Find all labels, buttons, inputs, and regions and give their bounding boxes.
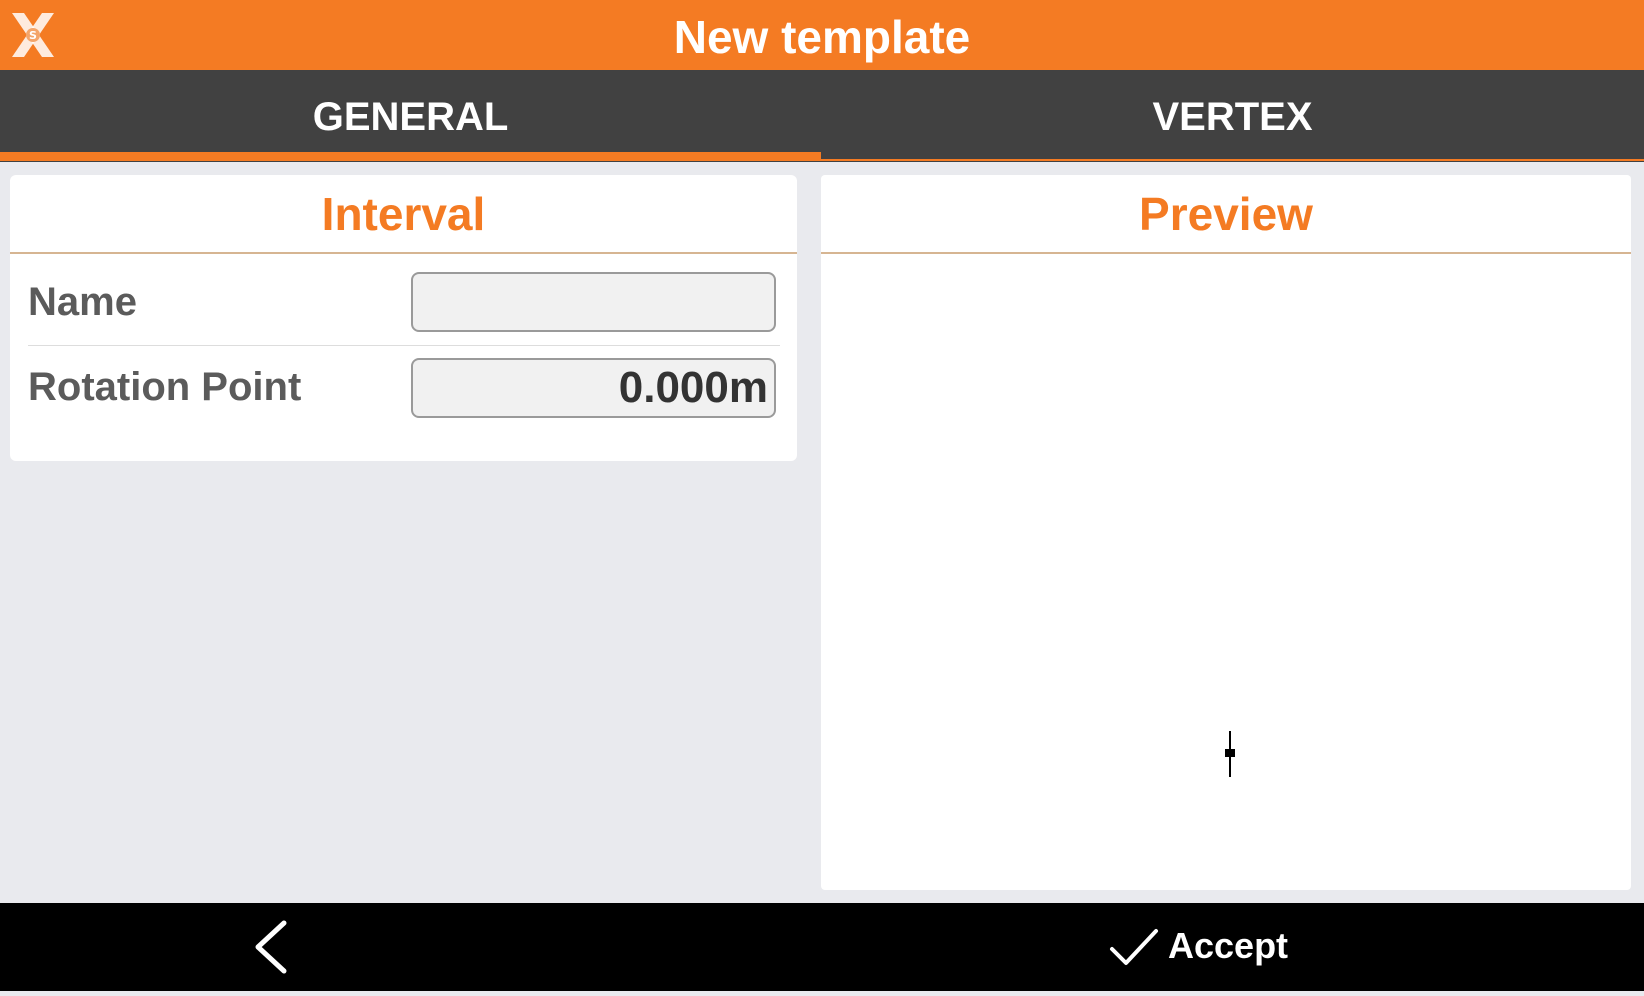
name-label: Name (28, 280, 137, 324)
rotation-point-label: Rotation Point (28, 365, 302, 409)
preview-card: Preview 20m (821, 175, 1631, 962)
page-title: New template (673, 11, 971, 63)
active-tab-indicator (0, 152, 821, 161)
title-bar: S New template (0, 0, 1644, 70)
tab-divider (821, 159, 1644, 161)
checkmark-icon (1110, 929, 1158, 965)
preview-heading: Preview (1139, 188, 1313, 240)
row-divider (28, 345, 780, 346)
chevron-left-icon (255, 920, 287, 974)
rotation-point-input[interactable] (411, 358, 776, 418)
name-input[interactable] (411, 272, 776, 332)
template-point-marker (1225, 731, 1235, 777)
preview-canvas[interactable]: 20m (821, 254, 1631, 962)
bottom-bar: Accept (0, 903, 1644, 991)
tab-vertex[interactable]: VERTEX (821, 70, 1644, 162)
interval-card: Interval Name Rotation Point (10, 175, 797, 461)
interval-heading-rule (10, 252, 797, 254)
interval-heading: Interval (321, 188, 486, 240)
accept-label: Accept (1168, 925, 1289, 966)
tab-general[interactable]: GENERAL (0, 70, 821, 162)
back-button[interactable] (232, 903, 312, 991)
tab-bar: GENERAL VERTEX (0, 70, 1644, 162)
accept-button[interactable]: Accept (1100, 903, 1340, 991)
